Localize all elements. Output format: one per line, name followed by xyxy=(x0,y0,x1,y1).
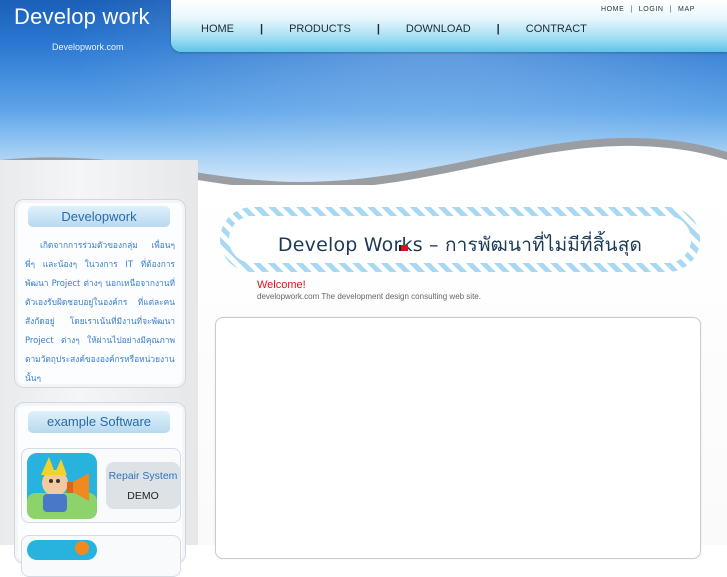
software-item-repair-system[interactable]: Repair System DEMO xyxy=(21,448,181,523)
top-menu-separator: | xyxy=(669,6,673,13)
top-menu-map[interactable]: MAP xyxy=(678,6,695,13)
nav-separator: | xyxy=(496,23,500,35)
software-label-box: Repair System DEMO xyxy=(106,462,180,509)
banner-title: Develop Works – การพัฒนาที่ไม่มีที่สิ้นส… xyxy=(277,234,643,256)
nav-products[interactable]: PRODUCTS xyxy=(289,23,351,35)
nav-contract[interactable]: CONTRACT xyxy=(526,23,587,35)
software-thumbnail-icon xyxy=(27,540,97,560)
top-menu-login[interactable]: LOGIN xyxy=(639,6,664,13)
top-menu-home[interactable]: HOME xyxy=(601,6,624,13)
software-name: Repair System xyxy=(108,470,178,482)
title-banner-inner: Develop Works – การพัฒนาที่ไม่มีที่สิ้นส… xyxy=(229,216,691,263)
about-panel-title: Developwork xyxy=(28,206,170,227)
top-menu-separator: | xyxy=(630,6,633,13)
title-banner: Develop Works – การพัฒนาที่ไม่มีที่สิ้นส… xyxy=(220,207,700,272)
software-item-second[interactable] xyxy=(21,535,181,577)
nav-separator: | xyxy=(376,23,380,35)
top-menu: HOME | LOGIN | MAP xyxy=(601,6,695,13)
software-panel-title: example Software xyxy=(28,411,170,433)
about-panel: Developwork เกิดจากการร่วมตัวของกลุ่ม เพ… xyxy=(14,199,186,388)
main-menu: HOME | PRODUCTS | DOWNLOAD | CONTRACT xyxy=(201,23,587,35)
nav-download[interactable]: DOWNLOAD xyxy=(406,23,471,35)
nav-separator: | xyxy=(260,23,264,35)
nav-home[interactable]: HOME xyxy=(201,23,234,35)
software-demo-label[interactable]: DEMO xyxy=(106,490,180,502)
software-thumbnail-icon xyxy=(27,453,97,519)
main-content-box xyxy=(215,317,701,559)
software-panel: example Software Repair System DEMO xyxy=(14,402,186,577)
navbar: HOME | LOGIN | MAP HOME | PRODUCTS | DOW… xyxy=(171,0,727,52)
site-logo-title[interactable]: Develop work xyxy=(14,4,150,30)
site-logo-subtitle: Developwork.com xyxy=(52,42,124,52)
site-tagline: developwork.com The development design c… xyxy=(257,292,481,301)
welcome-heading: Welcome! xyxy=(257,279,306,291)
about-panel-text: เกิดจากการร่วมตัวของกลุ่ม เพื่อนๆ พี่ๆ แ… xyxy=(25,240,175,382)
cursor-marker-icon xyxy=(399,245,408,251)
